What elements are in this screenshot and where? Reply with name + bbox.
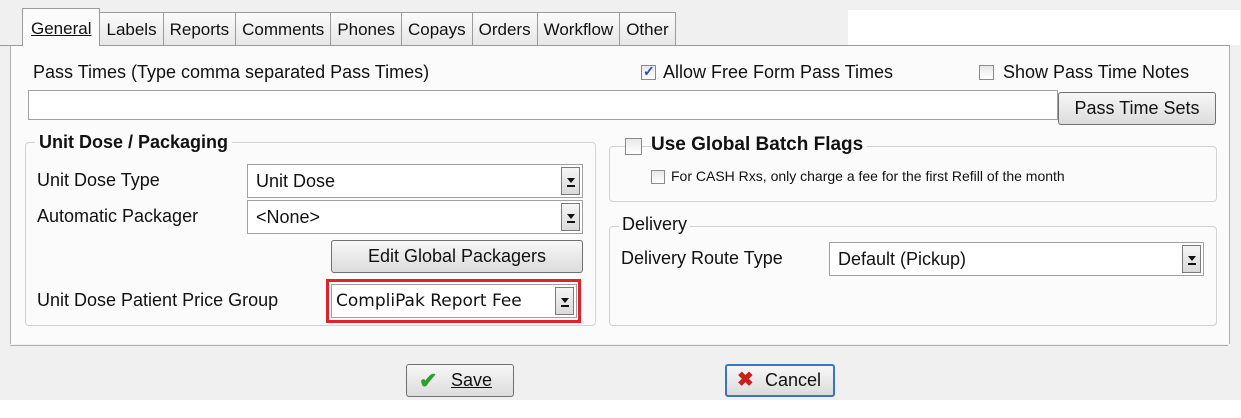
automatic-packager-label: Automatic Packager: [37, 206, 199, 226]
dialog-footer: ✔ Save ✖ Cancel: [10, 345, 1228, 401]
cash-fee-checkbox[interactable]: [651, 170, 665, 184]
save-button[interactable]: ✔ Save: [406, 364, 514, 397]
pass-times-input[interactable]: [28, 90, 1058, 120]
chevron-down-icon[interactable]: [555, 287, 574, 315]
delivery-title: Delivery: [619, 214, 691, 235]
price-group-label: Unit Dose Patient Price Group: [37, 290, 279, 310]
allow-free-form-label: Allow Free Form Pass Times: [663, 62, 894, 82]
delivery-route-value: Default (Pickup): [838, 249, 967, 269]
tab-phones[interactable]: Phones: [331, 12, 402, 46]
check-icon: ✔: [419, 368, 438, 393]
tab-bar: General Labels Reports Comments Phones C…: [22, 8, 676, 46]
tab-reports[interactable]: Reports: [163, 12, 237, 46]
cash-fee-label: For CASH Rxs, only charge a fee for the …: [671, 168, 1065, 184]
tab-general[interactable]: General: [22, 8, 101, 46]
tab-strip-empty: [848, 10, 1240, 45]
unit-dose-title: Unit Dose / Packaging: [35, 132, 233, 153]
pass-times-label: Pass Times (Type comma separated Pass Ti…: [33, 62, 430, 82]
tab-comments[interactable]: Comments: [236, 12, 332, 46]
chevron-down-icon[interactable]: [1182, 245, 1201, 273]
tab-copays[interactable]: Copays: [401, 12, 473, 46]
tab-other[interactable]: Other: [620, 12, 676, 46]
save-label: Save: [451, 370, 493, 390]
pass-time-sets-button[interactable]: Pass Time Sets: [1058, 92, 1216, 125]
delivery-route-select[interactable]: Default (Pickup): [829, 242, 1204, 276]
automatic-packager-value: <None>: [256, 207, 321, 227]
use-global-batch-flags-checkbox[interactable]: [625, 138, 642, 155]
unit-dose-type-select[interactable]: Unit Dose: [247, 164, 583, 198]
x-icon: ✖: [737, 369, 754, 391]
price-group-value: CompliPak Report Fee: [336, 291, 522, 311]
show-pass-time-notes-label: Show Pass Time Notes: [1003, 62, 1190, 82]
tab-labels[interactable]: Labels: [100, 12, 164, 46]
chevron-down-icon[interactable]: [561, 167, 580, 195]
unit-dose-type-value: Unit Dose: [256, 171, 336, 191]
price-group-select[interactable]: CompliPak Report Fee: [331, 284, 577, 318]
show-pass-time-notes-checkbox[interactable]: [979, 65, 994, 80]
background-strip: [0, 400, 1241, 418]
general-tab-panel: Pass Times (Type comma separated Pass Ti…: [10, 46, 1230, 344]
delivery-group: [609, 226, 1217, 326]
edit-global-packagers-button[interactable]: Edit Global Packagers: [331, 240, 583, 273]
delivery-route-label: Delivery Route Type: [621, 248, 783, 268]
settings-window: General Labels Reports Comments Phones C…: [0, 0, 1241, 418]
chevron-down-icon[interactable]: [561, 203, 580, 231]
cancel-button[interactable]: ✖ Cancel: [725, 364, 835, 397]
use-global-batch-flags-label: Use Global Batch Flags: [651, 134, 868, 156]
tab-workflow[interactable]: Workflow: [537, 12, 621, 46]
cancel-label: Cancel: [765, 370, 822, 390]
unit-dose-type-label: Unit Dose Type: [37, 170, 160, 190]
allow-free-form-checkbox[interactable]: [641, 63, 656, 80]
automatic-packager-select[interactable]: <None>: [247, 200, 583, 234]
tab-orders[interactable]: Orders: [472, 12, 538, 46]
